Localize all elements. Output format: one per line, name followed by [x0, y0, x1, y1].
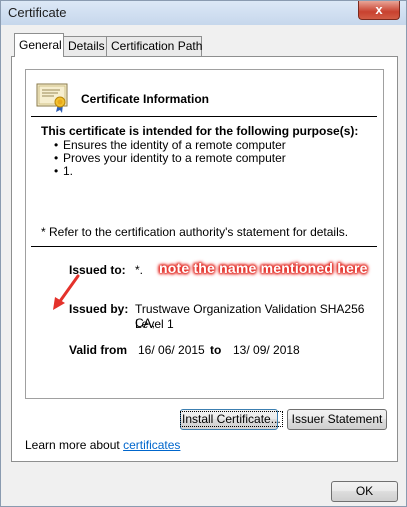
purpose-item: Proves your identity to a remote compute… [54, 152, 286, 166]
refer-note: * Refer to the certification authority's… [41, 225, 349, 239]
certificate-icon [36, 83, 68, 113]
certificate-information-title: Certificate Information [81, 92, 210, 106]
valid-from-label: Valid from [69, 343, 128, 357]
window-title: Certificate [8, 5, 67, 20]
valid-from-value: 16/ 06/ 2015 [138, 343, 205, 357]
issued-by-label: Issued by: [69, 302, 129, 316]
certificates-link[interactable]: certificates [123, 438, 180, 452]
certificate-information-box: Certificate Information This certificate… [25, 69, 384, 399]
valid-to-value: 13/ 09/ 2018 [233, 343, 300, 357]
valid-to-label: to [210, 343, 222, 357]
title-bar: Certificate x [1, 1, 406, 25]
separator-top [31, 116, 377, 117]
issued-by-value-line2: Level 1 [135, 317, 174, 331]
annotation-note: note the name mentioned here [159, 260, 368, 276]
issued-to-value: *. [135, 263, 144, 277]
install-certificate-label: Install Certificate... [180, 411, 283, 427]
learn-more-text: Learn more about certificates [25, 438, 180, 452]
separator-bottom [31, 246, 377, 247]
certificate-dialog: Certificate x General Details Certificat… [0, 0, 407, 507]
close-button[interactable]: x [358, 1, 400, 20]
purpose-list: Ensures the identity of a remote compute… [54, 139, 286, 179]
tab-certification-path[interactable]: Certification Path [106, 36, 202, 56]
purpose-heading: This certificate is intended for the fol… [41, 124, 359, 138]
learn-more-prefix: Learn more about [25, 438, 120, 452]
tab-details[interactable]: Details [63, 36, 107, 56]
purpose-item: 1. [54, 165, 286, 179]
ok-button[interactable]: OK [331, 481, 398, 502]
issuer-statement-button[interactable]: Issuer Statement [287, 409, 387, 430]
tab-general[interactable]: General [14, 33, 64, 57]
general-tab-panel: Certificate Information This certificate… [11, 56, 398, 462]
install-certificate-button[interactable]: Install Certificate... [180, 409, 283, 430]
